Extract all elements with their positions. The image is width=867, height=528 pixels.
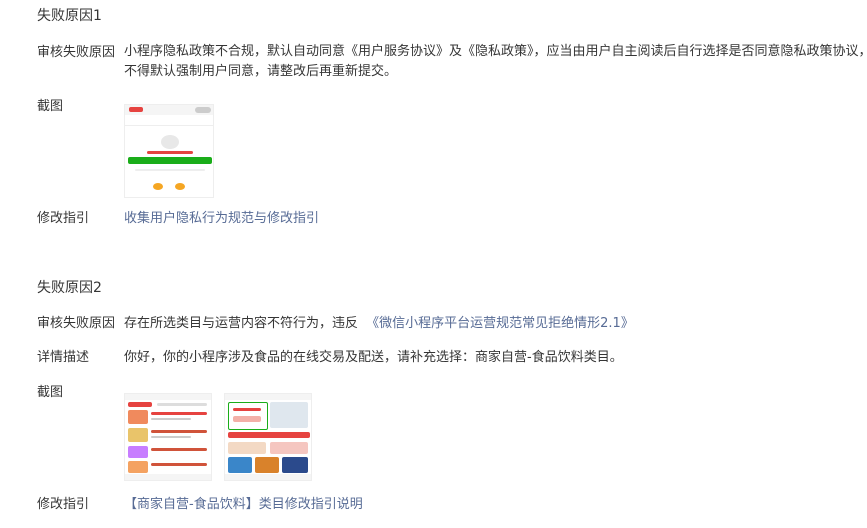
thumb-divider (135, 169, 205, 171)
thumb-header-tag (128, 402, 152, 407)
reason2-screenshot-thumbnail-1[interactable] (124, 393, 212, 481)
thumb-card-price (233, 416, 261, 422)
thumb-status-bar (225, 394, 311, 400)
reason2-audit-link[interactable]: 《微信小程序平台运营规范常见拒绝情形2.1》 (366, 316, 634, 331)
reason2-screenshot-thumbnail-2[interactable] (224, 393, 312, 481)
thumb-green-button (128, 157, 212, 164)
reason1-screenshot-label: 截图 (37, 99, 64, 114)
thumb-product-image (270, 402, 308, 428)
thumb-illustration (161, 135, 179, 149)
thumb-status-bar (125, 394, 211, 400)
reason2-audit-text: 存在所选类目与运营内容不符行为，违反 《微信小程序平台运营规范常见拒绝情形2.1… (124, 314, 634, 334)
reason1-fix-label: 修改指引 (37, 211, 90, 226)
reason2-title: 失败原因2 (37, 280, 102, 296)
thumb-food-image (255, 457, 279, 473)
thumb-food-image (282, 457, 308, 473)
reason2-audit-text-body: 存在所选类目与运营内容不符行为，违反 (124, 316, 359, 331)
reason2-fix-link[interactable]: 【商家自营-食品饮料】类目修改指引说明 (124, 496, 363, 514)
reason1-audit-label: 审核失败原因 (37, 45, 116, 60)
reason1-audit-text-line2: 不得默认强制用户同意，请整改后再重新提交。 (124, 64, 398, 79)
thumb-food-image (128, 446, 148, 458)
thumb-orange-dot-left (153, 183, 163, 190)
reason2-detail-label: 详情描述 (37, 350, 90, 365)
thumb-item-title (151, 448, 207, 451)
thumb-item-title (151, 463, 207, 466)
reason1-audit-text: 小程序隐私政策不合规，默认自动同意《用户服务协议》及《隐私政策》，应当由用户自主… (124, 42, 867, 82)
thumb-tab-bar (225, 474, 311, 480)
reason2-fix-label: 修改指引 (37, 497, 90, 512)
thumb-food-image (228, 457, 252, 473)
reason2-audit-label: 审核失败原因 (37, 316, 116, 331)
reason2-screenshot-label: 截图 (37, 385, 64, 400)
thumb-item-desc (151, 436, 191, 438)
thumb-card-title (233, 408, 261, 411)
thumb-item-title (151, 412, 207, 415)
thumb-capsule (195, 107, 211, 113)
thumb-tab-bar (125, 474, 211, 480)
thumb-item-title (151, 430, 207, 433)
thumb-item-desc (151, 418, 191, 420)
thumb-orange-dot-right (175, 183, 185, 190)
thumb-notice-text (147, 151, 193, 154)
reason2-detail-text: 你好，你的小程序涉及食品的在线交易及配送，请补充选择：商家自营-食品饮料类目。 (124, 350, 623, 365)
reason1-audit-text-line1: 小程序隐私政策不合规，默认自动同意《用户服务协议》及《隐私政策》，应当由用户自主… (124, 44, 867, 59)
thumb-nav-bar (125, 117, 213, 126)
thumb-banner (228, 432, 310, 438)
thumb-food-image (228, 442, 266, 454)
thumb-food-image (270, 442, 308, 454)
thumb-food-image (128, 461, 148, 473)
thumb-logo (129, 107, 143, 112)
thumb-food-image (128, 410, 148, 424)
reason1-title: 失败原因1 (37, 8, 102, 24)
thumb-header-line (157, 403, 207, 406)
reason1-fix-link[interactable]: 收集用户隐私行为规范与修改指引 (124, 210, 319, 228)
reason1-screenshot-thumbnail[interactable] (124, 104, 214, 198)
thumb-food-image (128, 428, 148, 442)
